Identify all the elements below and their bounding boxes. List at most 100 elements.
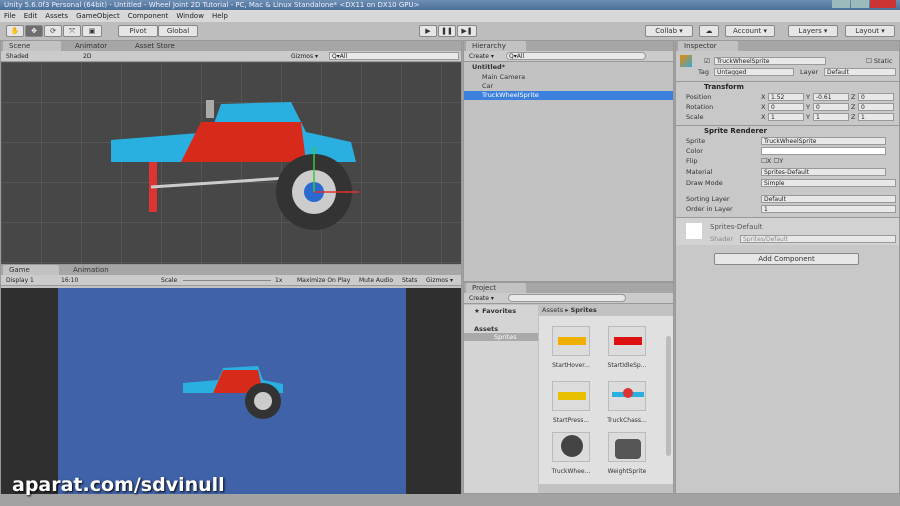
mute-audio-toggle[interactable]: Mute Audio bbox=[359, 275, 393, 286]
global-button[interactable]: Global bbox=[158, 25, 198, 37]
asset-item[interactable]: WeightSprite bbox=[605, 432, 649, 475]
aspect-dropdown[interactable]: 16:10 bbox=[61, 275, 78, 286]
close-button[interactable] bbox=[870, 0, 896, 8]
tab-animator[interactable]: Animator bbox=[69, 41, 113, 51]
minimize-button[interactable] bbox=[832, 0, 850, 8]
asset-item[interactable]: TruckChass... bbox=[605, 381, 649, 424]
project-create-button[interactable]: Create ▾ bbox=[469, 293, 494, 304]
rotation-z-input[interactable]: 0 bbox=[858, 103, 894, 111]
menu-help[interactable]: Help bbox=[212, 10, 228, 22]
static-checkbox[interactable]: ☐ Static bbox=[866, 57, 893, 65]
breadcrumb-sprites[interactable]: Sprites bbox=[571, 306, 597, 314]
flip-x-checkbox[interactable]: ☐X ☐Y bbox=[761, 157, 783, 165]
move-tool-icon[interactable]: ✥ bbox=[25, 25, 43, 37]
object-name-input[interactable]: TruckWheelSprite bbox=[714, 57, 826, 65]
scale-tool-icon[interactable]: ⤧ bbox=[63, 25, 81, 37]
material-field[interactable]: Sprites-Default bbox=[761, 168, 886, 176]
transform-scale-label: Scale bbox=[686, 113, 704, 121]
position-y-input[interactable]: -0.61 bbox=[813, 93, 849, 101]
scene-view[interactable] bbox=[1, 62, 461, 264]
asset-item[interactable]: TruckWhee... bbox=[549, 432, 593, 475]
gizmos-dropdown[interactable]: Gizmos ▾ bbox=[291, 51, 318, 62]
game-viewport bbox=[58, 288, 406, 494]
hierarchy-create-button[interactable]: Create ▾ bbox=[469, 51, 494, 62]
breadcrumb-assets[interactable]: Assets bbox=[542, 306, 563, 314]
truck-sprite[interactable] bbox=[1, 62, 461, 264]
scale-y-input[interactable]: 1 bbox=[813, 113, 849, 121]
draw-mode-dropdown[interactable]: Simple bbox=[761, 179, 896, 187]
scale-slider[interactable] bbox=[183, 280, 271, 281]
asset-label: StartPress... bbox=[552, 417, 590, 424]
scene-root[interactable]: Untitled* bbox=[472, 63, 505, 71]
maximize-on-play-toggle[interactable]: Maximize On Play bbox=[297, 275, 350, 286]
scene-search-input[interactable]: Q▾All bbox=[329, 52, 459, 60]
game-gizmos-dropdown[interactable]: Gizmos ▾ bbox=[426, 275, 453, 286]
hierarchy-search-input[interactable]: Q▾All bbox=[506, 52, 646, 60]
asset-item[interactable]: StartIdleSp... bbox=[605, 326, 649, 369]
project-search-input[interactable] bbox=[508, 294, 626, 302]
asset-item[interactable]: StartPress... bbox=[549, 381, 593, 424]
hierarchy-item[interactable]: Car bbox=[482, 82, 493, 90]
step-icon[interactable]: ▶❚ bbox=[457, 25, 477, 37]
material-name: Sprites-Default bbox=[710, 223, 763, 231]
play-icon[interactable]: ▶ bbox=[419, 25, 437, 37]
position-z-input[interactable]: 0 bbox=[858, 93, 894, 101]
main-toolbar: ✋ ✥ ⟳ ⤧ ▣ Pivot Global ▶ ❚❚ ▶❚ Collab ▾ … bbox=[0, 22, 900, 40]
menu-assets[interactable]: Assets bbox=[45, 10, 68, 22]
color-field[interactable] bbox=[761, 147, 886, 155]
scale-x-input[interactable]: 1 bbox=[768, 113, 804, 121]
menu-file[interactable]: File bbox=[4, 10, 16, 22]
tab-asset-store[interactable]: Asset Store bbox=[129, 41, 181, 51]
layers-button[interactable]: Layers ▾ bbox=[788, 25, 838, 37]
cloud-icon[interactable]: ☁ bbox=[699, 25, 719, 37]
layout-button[interactable]: Layout ▾ bbox=[845, 25, 895, 37]
active-checkbox[interactable]: ☑ bbox=[704, 57, 710, 65]
pivot-button[interactable]: Pivot bbox=[118, 25, 158, 37]
tab-game[interactable]: Game bbox=[3, 265, 59, 275]
rotation-x-input[interactable]: 0 bbox=[768, 103, 804, 111]
shading-dropdown[interactable]: Shaded bbox=[6, 51, 29, 62]
shader-dropdown[interactable]: Sprites/Default bbox=[740, 235, 896, 243]
stats-toggle[interactable]: Stats bbox=[402, 275, 417, 286]
tab-project[interactable]: Project bbox=[466, 283, 526, 293]
asset-item[interactable]: StartHover... bbox=[549, 326, 593, 369]
transform-header[interactable]: Transform bbox=[676, 81, 899, 92]
assets-folder[interactable]: Assets bbox=[474, 325, 498, 333]
position-x-input[interactable]: 1.52 bbox=[768, 93, 804, 101]
menu-gameobject[interactable]: GameObject bbox=[76, 10, 120, 22]
tab-animation[interactable]: Animation bbox=[67, 265, 115, 275]
pause-icon[interactable]: ❚❚ bbox=[438, 25, 456, 37]
game-view[interactable] bbox=[1, 288, 461, 494]
maximize-button[interactable] bbox=[851, 0, 869, 8]
favorites-folder[interactable]: ★ Favorites bbox=[474, 307, 516, 315]
sprites-folder[interactable]: Sprites bbox=[464, 333, 538, 341]
scale-z-input[interactable]: 1 bbox=[858, 113, 894, 121]
display-dropdown[interactable]: Display 1 bbox=[6, 275, 34, 286]
asset-scrollbar[interactable] bbox=[666, 336, 671, 456]
asset-label: StartIdleSp... bbox=[607, 362, 647, 369]
add-component-button[interactable]: Add Component bbox=[714, 253, 859, 265]
sorting-layer-dropdown[interactable]: Default bbox=[761, 195, 896, 203]
rotate-tool-icon[interactable]: ⟳ bbox=[44, 25, 62, 37]
2d-toggle[interactable]: 2D bbox=[83, 51, 91, 62]
hierarchy-item[interactable]: Main Camera bbox=[482, 73, 525, 81]
rotation-y-input[interactable]: 0 bbox=[813, 103, 849, 111]
tag-dropdown[interactable]: Untagged bbox=[714, 68, 794, 76]
layer-dropdown[interactable]: Default bbox=[824, 68, 896, 76]
tab-scene[interactable]: Scene bbox=[3, 41, 61, 51]
collab-button[interactable]: Collab ▾ bbox=[645, 25, 693, 37]
menu-component[interactable]: Component bbox=[128, 10, 169, 22]
window-controls bbox=[832, 0, 896, 8]
hierarchy-item-selected[interactable]: TruckWheelSprite bbox=[464, 91, 673, 100]
tab-hierarchy[interactable]: Hierarchy bbox=[466, 41, 526, 51]
axis-z-label: Z bbox=[851, 113, 856, 121]
tab-inspector[interactable]: Inspector bbox=[678, 41, 738, 51]
menu-edit[interactable]: Edit bbox=[24, 10, 38, 22]
account-button[interactable]: Account ▾ bbox=[725, 25, 775, 37]
hand-tool-icon[interactable]: ✋ bbox=[6, 25, 24, 37]
menu-window[interactable]: Window bbox=[176, 10, 204, 22]
order-in-layer-input[interactable]: 1 bbox=[761, 205, 896, 213]
sprite-renderer-header[interactable]: Sprite Renderer bbox=[676, 125, 899, 136]
rect-tool-icon[interactable]: ▣ bbox=[82, 25, 102, 37]
sprite-field[interactable]: TruckWheelSprite bbox=[761, 137, 886, 145]
